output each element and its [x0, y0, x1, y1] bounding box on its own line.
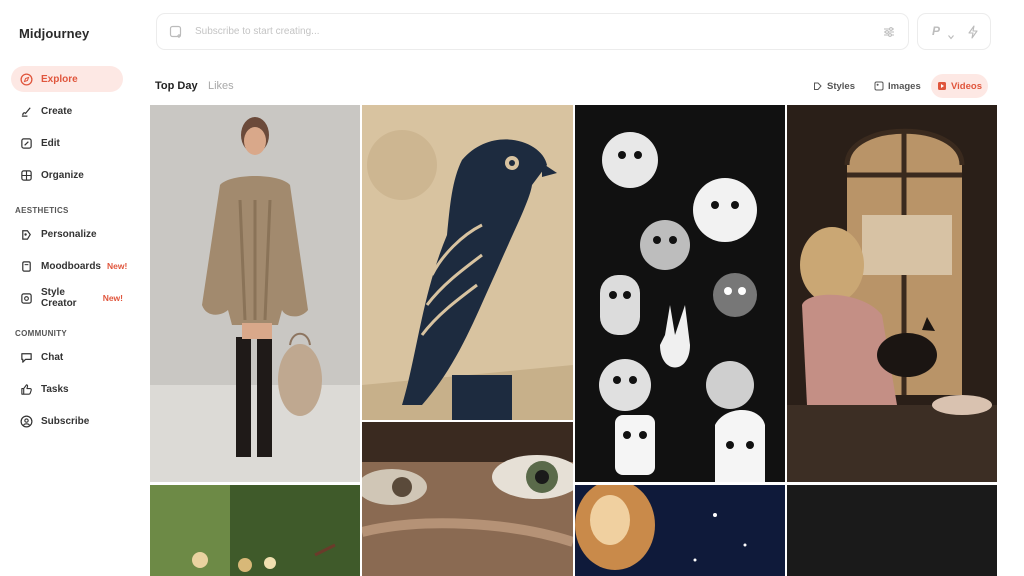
nav-label: Style Creator — [41, 287, 77, 309]
nav-label: Chat — [41, 351, 64, 363]
prompt-input[interactable]: Subscribe to start creating... — [195, 26, 320, 37]
video-icon — [938, 82, 946, 90]
nav-moodboards[interactable]: Moodboards New! — [11, 253, 127, 279]
filter-label: Videos — [951, 80, 982, 92]
gallery-image-dark[interactable] — [787, 485, 997, 576]
nav-label: Personalize — [41, 228, 97, 240]
lightning-icon[interactable] — [966, 25, 980, 39]
chevron-down-icon — [947, 28, 955, 40]
filter-videos[interactable]: Videos — [931, 74, 988, 98]
edit-icon — [20, 137, 33, 150]
nav-label: Subscribe — [41, 415, 90, 427]
nav-label: Create — [41, 105, 73, 117]
mode-selector[interactable]: P — [917, 13, 991, 50]
chat-icon — [20, 351, 33, 364]
settings-sliders-icon[interactable] — [882, 25, 896, 39]
nav-create[interactable]: Create — [11, 98, 123, 124]
filter-styles[interactable]: Styles — [807, 74, 861, 98]
nav-subscribe[interactable]: Subscribe — [11, 408, 123, 434]
styles-icon — [814, 82, 822, 90]
gallery-image-eagle-illustration[interactable] — [362, 105, 573, 420]
gallery-image-girl-with-cat[interactable] — [787, 105, 997, 482]
sidebar: Midjourney Explore Create Edit Organize … — [0, 0, 140, 576]
personalize-icon — [20, 228, 33, 241]
section-aesthetics: AESTHETICS — [15, 206, 69, 215]
filter-label: Styles — [827, 80, 855, 92]
nav-organize[interactable]: Organize — [11, 162, 123, 188]
nav-personalize[interactable]: Personalize — [11, 221, 123, 247]
prompt-bar[interactable]: Subscribe to start creating... — [156, 13, 909, 50]
app-logo[interactable]: Midjourney — [19, 26, 89, 41]
gallery-image-bokeh[interactable] — [150, 485, 360, 576]
gallery-image-nebula[interactable] — [575, 485, 785, 576]
nav-label: Moodboards — [41, 260, 101, 272]
compass-icon — [20, 72, 33, 86]
image-add-icon[interactable] — [169, 25, 183, 39]
nav-edit[interactable]: Edit — [11, 130, 123, 156]
tab-top-day[interactable]: Top Day — [155, 80, 198, 92]
grid-icon — [20, 169, 33, 182]
nav-style-creator[interactable]: Style Creator New! — [11, 285, 123, 311]
nav-tasks[interactable]: Tasks — [11, 376, 123, 402]
mode-label: P — [932, 24, 941, 38]
filter-images[interactable]: Images — [868, 74, 927, 98]
nav-label: Edit — [41, 137, 60, 149]
moodboard-icon — [20, 260, 33, 273]
new-badge: New! — [102, 293, 123, 303]
nav-chat[interactable]: Chat — [11, 344, 123, 370]
filter-label: Images — [888, 80, 921, 92]
brush-icon — [20, 105, 33, 118]
nav-label: Organize — [41, 169, 84, 181]
nav-explore[interactable]: Explore — [11, 66, 123, 92]
thumbs-up-icon — [20, 383, 33, 396]
tab-likes[interactable]: Likes — [208, 80, 234, 92]
gallery-image-cartoon-monsters[interactable] — [575, 105, 785, 482]
section-community: COMMUNITY — [15, 329, 68, 338]
gallery-image-fashion-model[interactable] — [150, 105, 360, 482]
user-circle-icon — [20, 415, 33, 428]
image-icon — [874, 81, 884, 91]
new-badge: New! — [107, 261, 128, 271]
gallery-image-eye-closeup[interactable] — [362, 422, 573, 576]
nav-label: Explore — [41, 73, 78, 85]
style-creator-icon — [20, 292, 33, 305]
nav-label: Tasks — [41, 383, 69, 395]
